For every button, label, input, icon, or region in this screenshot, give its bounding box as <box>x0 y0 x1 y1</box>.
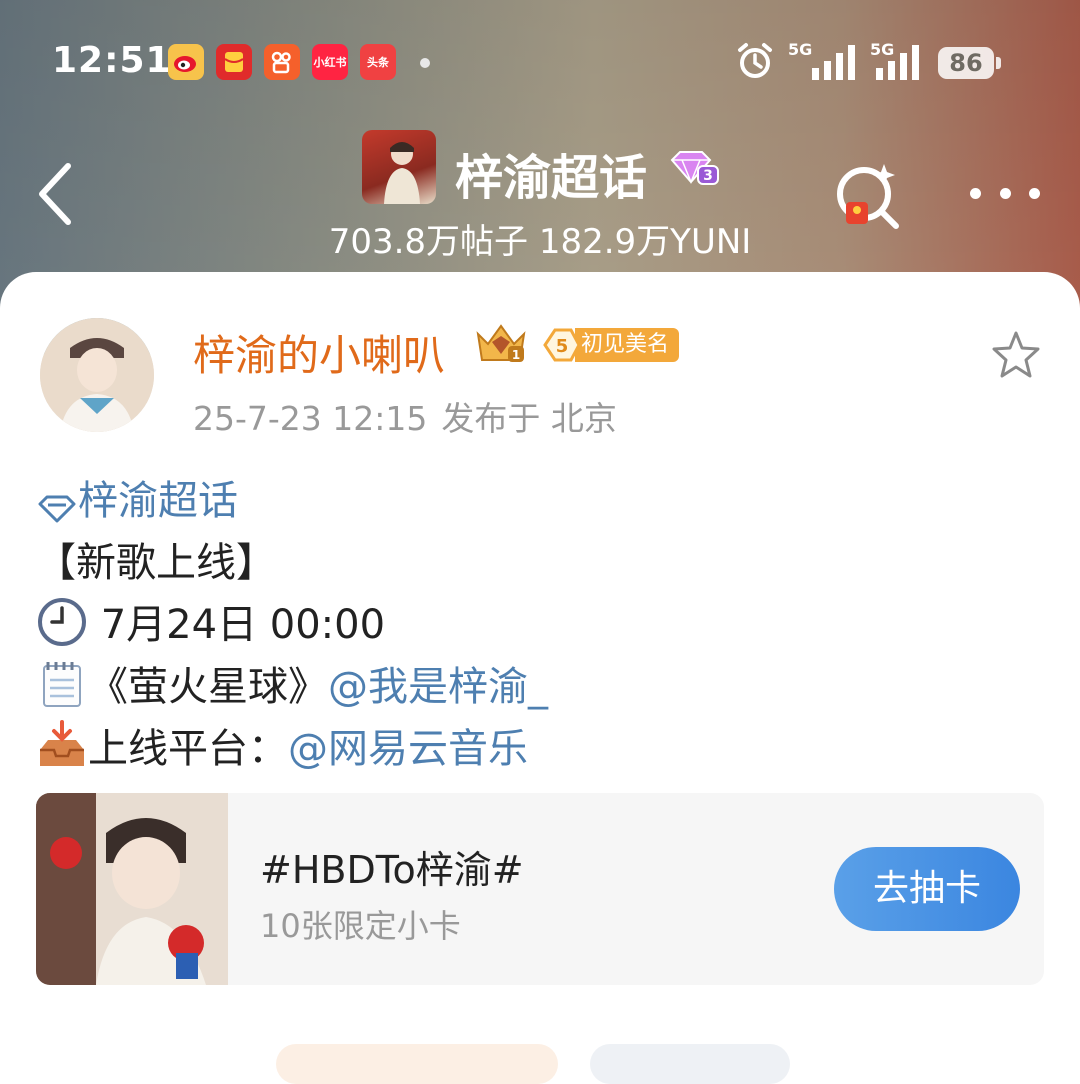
song-line: 《萤火星球》@我是梓渝_ <box>36 654 548 720</box>
signal-icon-2 <box>876 44 922 84</box>
topic-link[interactable]: 梓渝超话 <box>36 468 238 526</box>
inbox-tray-icon <box>36 720 88 782</box>
search-button[interactable] <box>834 160 900 230</box>
release-time-line: 7月24日 00:00 <box>36 592 385 658</box>
battery-indicator: 86 <box>938 47 994 79</box>
svg-text:1: 1 <box>512 348 520 362</box>
post-location: 发布于 北京 <box>441 399 617 438</box>
bottom-action-pill-2[interactable] <box>590 1044 790 1084</box>
favorite-star-icon[interactable] <box>990 330 1042 380</box>
notification-dot <box>420 58 430 68</box>
notepad-icon <box>36 658 88 720</box>
hashtag-thumbnail <box>36 793 228 985</box>
weibo-icon <box>168 44 204 80</box>
status-time: 12:51 <box>52 40 172 81</box>
clock-icon <box>36 596 88 658</box>
diamond-level-icon: 3 <box>668 150 720 186</box>
artist-mention-link[interactable]: @我是梓渝_ <box>328 664 548 710</box>
hashtag-subtitle: 10张限定小卡 <box>260 907 461 945</box>
diamond-icon <box>36 488 78 523</box>
platform-line: 上线平台：@网易云音乐 <box>36 716 528 782</box>
topic-stats: 703.8万帖子 182.9万YUNI <box>328 222 752 262</box>
svg-text:3: 3 <box>703 168 713 184</box>
battery-tip <box>996 57 1001 69</box>
red-envelope-icon <box>216 44 252 80</box>
xiaohongshu-icon: 小红书 <box>312 44 348 80</box>
signal-icon <box>812 44 858 84</box>
bottom-action-pill-1[interactable] <box>276 1044 558 1084</box>
platform-mention-link[interactable]: @网易云音乐 <box>288 726 528 772</box>
svg-text:5: 5 <box>556 336 569 357</box>
more-options-button[interactable] <box>970 182 1040 206</box>
kuaishou-icon <box>264 44 300 80</box>
post-date: 25-7-23 12:15 <box>193 399 428 438</box>
topic-avatar[interactable] <box>362 130 436 204</box>
avatar[interactable] <box>40 318 154 432</box>
hashtag-title: #HBDTo梓渝# <box>260 848 524 892</box>
post-meta: 25-7-23 12:15 发布于 北京 <box>193 392 617 440</box>
page-title: 梓渝超话 <box>455 150 648 206</box>
hashtag-card[interactable]: #HBDTo梓渝# 10张限定小卡 去抽卡 <box>36 793 1044 985</box>
fan-level-badge: 5 初见美名 <box>541 326 680 364</box>
post-heading: 【新歌上线】 <box>36 540 276 586</box>
toutiao-icon: 头条 <box>360 44 396 80</box>
network-label-1: 5G <box>788 40 813 59</box>
alarm-icon <box>734 40 776 86</box>
crown-badge-icon: 1 <box>472 320 530 368</box>
draw-card-button[interactable]: 去抽卡 <box>834 847 1020 931</box>
author-name[interactable]: 梓渝的小喇叭 <box>193 322 445 383</box>
